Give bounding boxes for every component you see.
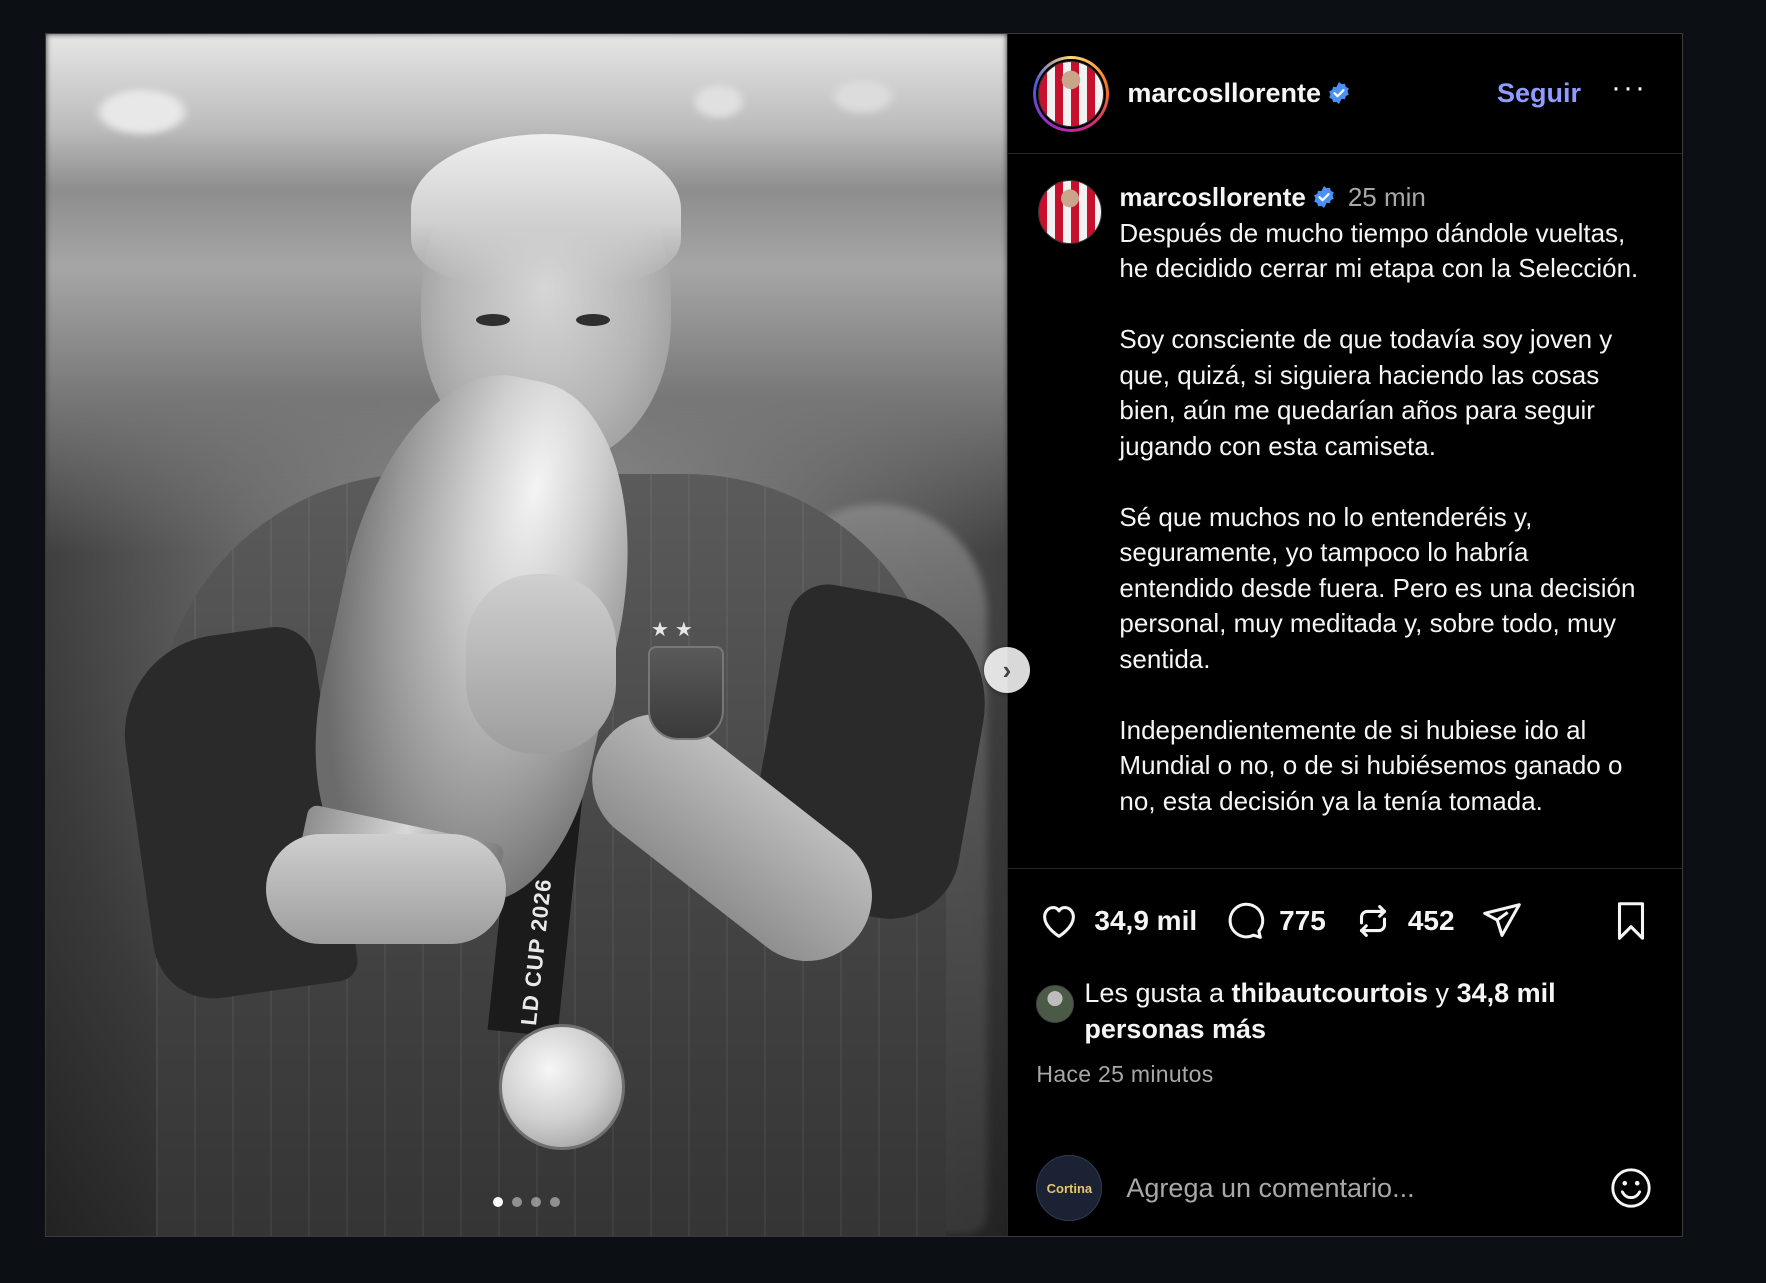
- header-username-text: marcosllorente: [1127, 78, 1321, 108]
- caption-section: marcosllorente 25 min Después de mucho ti…: [1008, 154, 1682, 868]
- comment-input[interactable]: [1124, 1171, 1608, 1205]
- carousel-dot: [550, 1197, 561, 1207]
- carousel-dot: [493, 1197, 504, 1207]
- carousel-indicator: [46, 1197, 1007, 1207]
- carousel-dot: [512, 1197, 523, 1207]
- bookmark-icon: [1617, 902, 1645, 940]
- actions-section: 34,9 mil 775 452 Les gusta a thibautcour…: [1008, 868, 1682, 1088]
- caption-paragraph: Después de mucho tiempo dándole vueltas,…: [1119, 217, 1639, 284]
- comment-icon: [1228, 902, 1265, 939]
- like-button[interactable]: 34,9 mil: [1036, 898, 1221, 944]
- likes-summary: Les gusta a thibautcourtois y 34,8 mil p…: [1036, 975, 1654, 1047]
- caption-paragraph: Independientemente de si hubiese ido al …: [1119, 714, 1623, 816]
- share-button[interactable]: [1479, 898, 1525, 944]
- heart-icon: [1043, 906, 1076, 938]
- follow-button[interactable]: Seguir: [1497, 78, 1581, 109]
- emoji-icon[interactable]: [1608, 1165, 1654, 1211]
- like-count: 34,9 mil: [1094, 905, 1198, 936]
- liker-username[interactable]: thibautcourtois: [1232, 978, 1429, 1008]
- liker-avatar[interactable]: [1036, 985, 1075, 1023]
- post-modal: LD CUP 2026 ★★ › marcosllorente Seguir ·…: [45, 33, 1683, 1237]
- caption-first-line: marcosllorente 25 min: [1119, 180, 1639, 216]
- avatar: [1038, 60, 1105, 127]
- carousel-dot: [531, 1197, 542, 1207]
- share-icon: [1482, 903, 1521, 937]
- caption-time: 25 min: [1347, 182, 1426, 212]
- player-hand-upper: [466, 574, 616, 754]
- comment-count: 775: [1279, 905, 1326, 936]
- player-hand-lower: [266, 834, 506, 944]
- caption-paragraph: Soy consciente de que todavía soy joven …: [1119, 324, 1613, 461]
- current-user-avatar: Cortina: [1036, 1155, 1103, 1221]
- crest-stars: ★★: [651, 619, 699, 641]
- post-side-panel: marcosllorente Seguir ··· marcosllorente…: [1007, 34, 1682, 1236]
- post-header: marcosllorente Seguir ···: [1008, 34, 1682, 154]
- likes-text: Les gusta a thibautcourtois y 34,8 mil p…: [1084, 978, 1556, 1044]
- post-timestamp[interactable]: Hace 25 minutos: [1036, 1061, 1654, 1088]
- repost-icon: [1359, 905, 1386, 937]
- repost-button[interactable]: 452: [1350, 898, 1479, 944]
- comment-bar: Cortina: [1008, 1140, 1682, 1236]
- more-options-icon[interactable]: ···: [1611, 72, 1647, 115]
- player-eye-left: [476, 314, 510, 326]
- player-hair: [411, 134, 681, 284]
- post-photo[interactable]: LD CUP 2026 ★★: [46, 34, 1008, 1236]
- save-button[interactable]: [1608, 898, 1654, 944]
- repost-count: 452: [1407, 905, 1455, 936]
- caption-username[interactable]: marcosllorente: [1119, 182, 1305, 212]
- header-username[interactable]: marcosllorente: [1127, 78, 1351, 109]
- jersey-crest: [648, 646, 724, 740]
- caption-paragraph: Sé que muchos no lo entenderéis y, segur…: [1119, 501, 1636, 674]
- action-bar: 34,9 mil 775 452: [1036, 891, 1654, 951]
- caption-avatar[interactable]: [1038, 180, 1103, 244]
- caption: marcosllorente 25 min Después de mucho ti…: [1119, 180, 1639, 868]
- medal: [499, 1024, 625, 1150]
- player-eye-right: [576, 314, 610, 326]
- story-ring[interactable]: [1033, 55, 1110, 132]
- verified-icon: [1329, 82, 1349, 104]
- comment-button[interactable]: 775: [1221, 898, 1350, 944]
- verified-icon: [1314, 186, 1334, 208]
